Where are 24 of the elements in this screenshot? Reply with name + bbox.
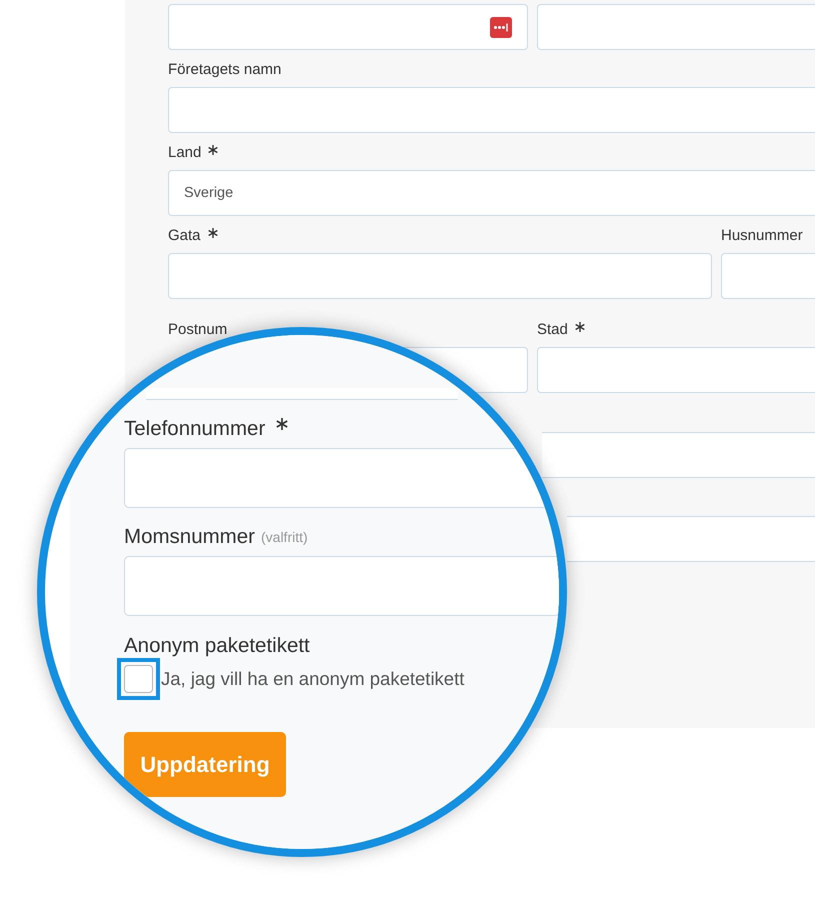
input-field[interactable] <box>168 253 712 299</box>
password-dots-icon[interactable] <box>490 16 512 38</box>
input-field[interactable] <box>537 4 815 50</box>
checkbox[interactable] <box>124 665 153 693</box>
input-field[interactable] <box>537 347 815 393</box>
field-label: Land <box>168 143 202 163</box>
optional-hint: (valfritt) <box>261 528 308 547</box>
input-field[interactable] <box>721 253 815 299</box>
input-field[interactable] <box>168 4 528 50</box>
field-label: Postnum <box>168 320 228 340</box>
field-label: Husnummer <box>721 226 803 246</box>
input-field[interactable] <box>124 556 559 616</box>
checkbox-label[interactable]: Ja, jag vill ha en anonym paketetikett <box>161 668 464 690</box>
section-label: Anonym paketetikett <box>124 633 310 659</box>
field-label: Företagets namn <box>168 60 282 80</box>
field-label: Stad <box>537 320 568 340</box>
input-field[interactable]: Sverige <box>168 170 815 216</box>
field-label: Telefonnummer <box>124 416 266 442</box>
input-field[interactable] <box>168 87 815 133</box>
input-field[interactable] <box>146 388 458 400</box>
input-field[interactable] <box>567 516 815 562</box>
field-label: Gata <box>168 226 201 246</box>
input-field[interactable] <box>542 432 815 478</box>
field-label: Momsnummer <box>124 524 255 550</box>
